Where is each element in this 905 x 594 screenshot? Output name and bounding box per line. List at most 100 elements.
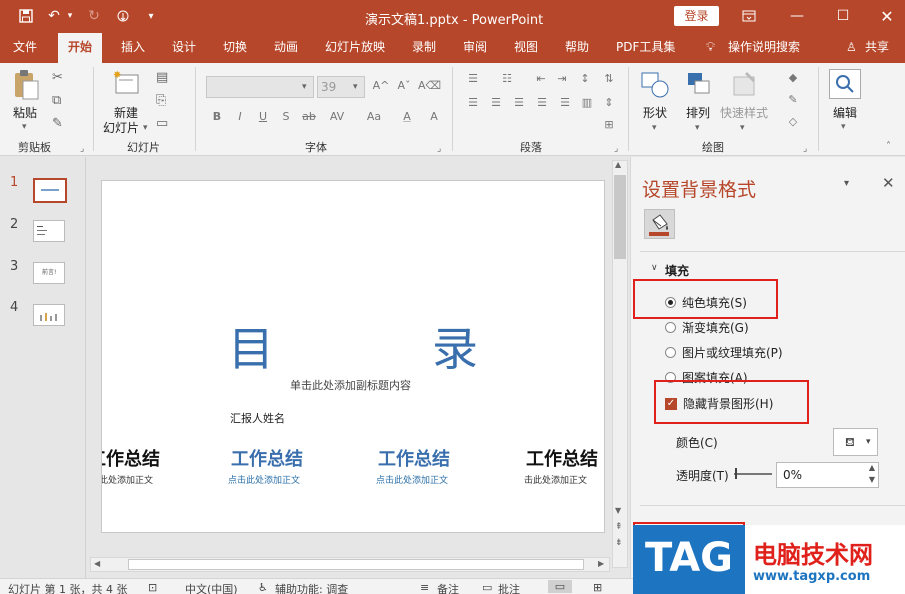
align-left-icon[interactable]: ☰ <box>464 96 482 110</box>
slide-thumbnail-1[interactable] <box>33 178 67 203</box>
paste-dropdown-icon[interactable]: ▾ <box>22 120 27 134</box>
next-slide-icon[interactable]: ⇟ <box>615 538 623 548</box>
new-slide-label-2[interactable]: 幻灯片 <box>103 119 139 136</box>
section-text-1[interactable]: 击此处添加正文 <box>102 473 153 486</box>
maximize-icon[interactable]: ☐ <box>834 6 852 26</box>
pane-options-icon[interactable]: ▾ <box>844 178 849 189</box>
quick-style-icon[interactable] <box>730 71 760 99</box>
underline-button[interactable]: U <box>254 110 272 124</box>
font-name-combobox[interactable] <box>206 76 314 98</box>
slide-title-left[interactable]: 目 <box>228 313 274 379</box>
quick-style-label[interactable]: 快速样式 <box>720 104 768 121</box>
layout-icon[interactable]: ▤ <box>156 71 168 85</box>
ribbon-display-icon[interactable] <box>740 6 758 26</box>
section-icon[interactable]: ▭ <box>156 117 168 131</box>
decrease-font-icon[interactable]: Aˇ <box>395 79 413 93</box>
spin-down-icon[interactable]: ▼ <box>869 475 875 484</box>
arrange-label[interactable]: 排列 <box>686 104 710 121</box>
smartart-icon[interactable]: ⊞ <box>600 118 618 132</box>
bold-button[interactable]: B <box>208 110 226 124</box>
scroll-up-icon[interactable]: ▲ <box>615 160 621 169</box>
quick-style-dropdown-icon[interactable]: ▾ <box>740 121 745 135</box>
new-slide-dropdown-icon[interactable]: ▾ <box>143 121 148 135</box>
strikethrough-button[interactable]: S <box>277 110 295 124</box>
edit-label[interactable]: 编辑 <box>833 104 857 121</box>
slide-reporter[interactable]: 汇报人姓名 <box>230 410 285 426</box>
shapes-icon[interactable] <box>640 69 670 99</box>
option-gradient-fill[interactable]: 渐变填充(G) <box>665 319 749 336</box>
slide-thumbnail-2[interactable] <box>33 220 65 242</box>
new-slide-icon[interactable]: ✸ <box>112 69 140 95</box>
align-text-icon[interactable]: ⇕ <box>600 96 618 110</box>
comments-button[interactable]: 批注 <box>498 581 520 594</box>
tab-insert[interactable]: 插入 <box>121 33 145 63</box>
slide-subtitle[interactable]: 单击此处添加副标题内容 <box>290 377 411 393</box>
format-painter-icon[interactable]: ✎ <box>52 117 63 131</box>
horizontal-scroll-thumb[interactable] <box>128 559 584 570</box>
login-button[interactable]: 登录 <box>674 6 719 26</box>
columns-icon[interactable]: ▥ <box>578 96 596 110</box>
section-heading-1[interactable]: 工作总结 <box>102 445 160 471</box>
section-collapse-icon[interactable]: ∨ <box>651 263 658 273</box>
arrange-dropdown-icon[interactable]: ▾ <box>695 121 700 135</box>
accessibility-icon[interactable]: ♿︎ <box>258 581 268 594</box>
section-text-3[interactable]: 点击此处添加正文 <box>376 473 448 486</box>
slide-thumbnail-4[interactable] <box>33 304 65 326</box>
transparency-slider-thumb[interactable] <box>735 468 737 479</box>
font-name-dropdown-icon[interactable]: ▾ <box>302 80 307 94</box>
option-picture-fill[interactable]: 图片或纹理填充(P) <box>665 344 783 361</box>
decrease-indent-icon[interactable]: ⇤ <box>532 72 550 86</box>
arrange-icon[interactable] <box>686 71 712 99</box>
text-direction-icon[interactable]: ⇅ <box>600 72 618 86</box>
paste-icon[interactable] <box>12 69 40 101</box>
tab-view[interactable]: 视图 <box>514 33 538 63</box>
paragraph-launcher-icon[interactable]: ⌟ <box>614 142 618 156</box>
slide-sorter-icon[interactable]: ⊞ <box>593 581 602 594</box>
section-heading-4[interactable]: 工作总结 <box>526 445 598 471</box>
scroll-down-icon[interactable]: ▼ <box>615 506 621 515</box>
tab-file[interactable]: 文件 <box>13 33 37 63</box>
spelling-icon[interactable]: ⊡ <box>148 581 157 594</box>
search-icon[interactable] <box>829 69 861 99</box>
tab-help[interactable]: 帮助 <box>565 33 589 63</box>
clear-format-icon[interactable]: A⌫ <box>418 79 441 93</box>
tab-home[interactable]: 开始 <box>58 33 103 63</box>
drawing-launcher-icon[interactable]: ⌟ <box>803 142 807 156</box>
char-spacing-button[interactable]: AV <box>328 110 346 124</box>
customize-icon[interactable]: ▾ <box>146 6 156 26</box>
tab-pdf-tools[interactable]: PDF工具集 <box>616 33 675 63</box>
accessibility-status[interactable]: 辅助功能: 调查 <box>275 581 348 594</box>
close-icon[interactable]: ✕ <box>878 6 896 26</box>
collapse-ribbon-icon[interactable]: ˄ <box>886 140 891 154</box>
comments-icon[interactable]: ▭ <box>482 581 492 594</box>
align-center-icon[interactable]: ☰ <box>487 96 505 110</box>
section-text-4[interactable]: 击此处添加正文 <box>524 473 587 486</box>
touch-mode-icon[interactable] <box>114 6 132 26</box>
italic-button[interactable]: I <box>231 110 249 124</box>
save-icon[interactable] <box>18 6 34 26</box>
align-right-icon[interactable]: ☰ <box>510 96 528 110</box>
slide-title-right[interactable]: 录 <box>432 313 478 379</box>
distribute-icon[interactable]: ☰ <box>556 96 574 110</box>
tab-slideshow[interactable]: 幻灯片放映 <box>325 33 385 63</box>
normal-view-icon[interactable]: ▭ <box>548 580 572 593</box>
language-status[interactable]: 中文(中国) <box>185 581 238 594</box>
notes-icon[interactable]: ≡ <box>420 581 429 594</box>
section-heading-3[interactable]: 工作总结 <box>378 445 450 471</box>
cut-icon[interactable]: ✂ <box>52 71 63 85</box>
shapes-dropdown-icon[interactable]: ▾ <box>652 121 657 135</box>
font-color-button[interactable]: A <box>398 110 416 124</box>
increase-indent-icon[interactable]: ⇥ <box>553 72 571 86</box>
pane-close-icon[interactable]: ✕ <box>882 174 895 192</box>
highlight-button[interactable]: A <box>425 110 443 124</box>
fill-section-title[interactable]: 填充 <box>665 262 689 279</box>
section-heading-2[interactable]: 工作总结 <box>231 445 303 471</box>
undo-icon[interactable]: ↶ <box>46 6 62 26</box>
slide-canvas[interactable]: 目 录 单击此处添加副标题内容 汇报人姓名 工作总结 击此处添加正文 工作总结 … <box>101 180 605 533</box>
paste-label[interactable]: 粘贴 <box>13 104 37 121</box>
shape-outline-icon[interactable]: ✎ <box>784 93 802 107</box>
undo-dropdown-icon[interactable]: ▾ <box>65 6 75 26</box>
tab-design[interactable]: 设计 <box>172 33 196 63</box>
edit-dropdown-icon[interactable]: ▾ <box>841 120 846 134</box>
line-spacing-icon[interactable]: ↕ <box>576 72 594 86</box>
